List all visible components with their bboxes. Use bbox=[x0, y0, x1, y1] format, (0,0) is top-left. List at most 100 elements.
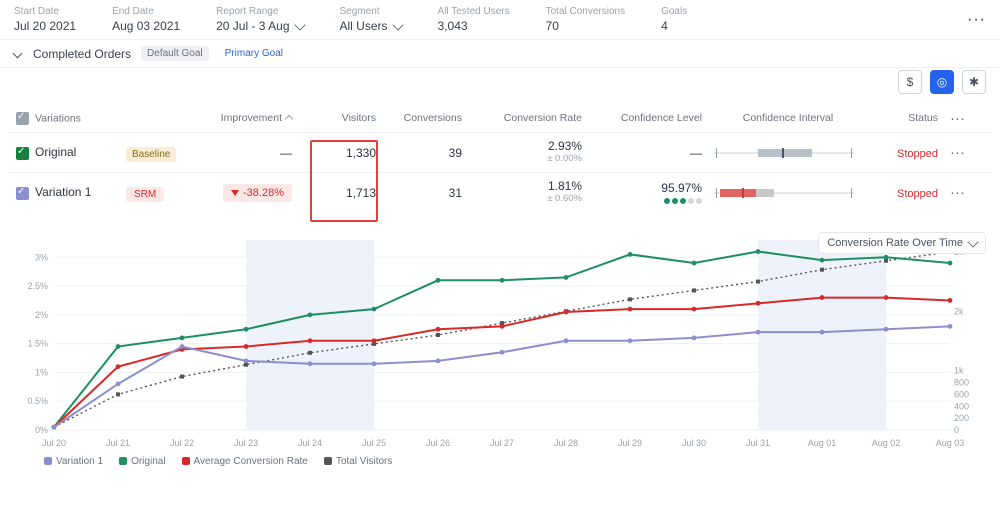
svg-text:Jul 27: Jul 27 bbox=[490, 438, 514, 448]
svg-text:1.5%: 1.5% bbox=[27, 339, 48, 349]
svg-text:Jul 23: Jul 23 bbox=[234, 438, 258, 448]
start-date-field: Start Date Jul 20 2021 bbox=[14, 6, 76, 33]
svg-text:Aug 01: Aug 01 bbox=[808, 438, 837, 448]
svg-text:2k: 2k bbox=[954, 306, 964, 316]
svg-text:2.5%: 2.5% bbox=[27, 281, 48, 291]
currency-view-button[interactable]: $ bbox=[898, 70, 922, 94]
svg-text:Jul 24: Jul 24 bbox=[298, 438, 322, 448]
svg-text:Jul 28: Jul 28 bbox=[554, 438, 578, 448]
report-range-field[interactable]: Report Range 20 Jul - 3 Aug bbox=[216, 6, 303, 33]
svg-text:0%: 0% bbox=[35, 425, 48, 435]
srm-tag: SRM bbox=[126, 187, 164, 202]
chart-metric-dropdown[interactable]: Conversion Rate Over Time bbox=[818, 232, 986, 254]
col-conv-rate[interactable]: Conversion Rate bbox=[468, 112, 588, 124]
variations-table: Variations Improvement Visitors Conversi… bbox=[0, 68, 1000, 212]
confidence-cell: — bbox=[588, 146, 708, 160]
status-badge: Stopped bbox=[897, 148, 938, 160]
svg-text:1k: 1k bbox=[954, 366, 964, 376]
view-mode-bar: $ ◎ ✱ bbox=[898, 70, 986, 94]
table-overflow-menu[interactable]: ··· bbox=[944, 110, 968, 127]
svg-text:Jul 25: Jul 25 bbox=[362, 438, 386, 448]
variation-name-cell: Original bbox=[10, 145, 120, 159]
report-header: Start Date Jul 20 2021 End Date Aug 03 2… bbox=[0, 0, 1000, 40]
end-date-value: Aug 03 2021 bbox=[112, 19, 180, 33]
chart-panel: Conversion Rate Over Time Conversion Rat… bbox=[14, 234, 986, 467]
chevron-down-icon bbox=[13, 49, 23, 59]
ci-cell bbox=[708, 188, 868, 198]
primary-goal-tag[interactable]: Primary Goal bbox=[219, 46, 289, 61]
conv-rate-cell: 2.93%± 0.00% bbox=[468, 140, 588, 165]
svg-text:0: 0 bbox=[954, 425, 959, 435]
end-date-field: End Date Aug 03 2021 bbox=[112, 6, 180, 33]
conversions-cell: 39 bbox=[382, 146, 468, 160]
svg-text:600: 600 bbox=[954, 389, 969, 399]
svg-text:400: 400 bbox=[954, 401, 969, 411]
svg-text:Jul 22: Jul 22 bbox=[170, 438, 194, 448]
col-visitors[interactable]: Visitors bbox=[298, 112, 382, 124]
svg-text:1%: 1% bbox=[35, 367, 48, 377]
legend-item: Original bbox=[119, 456, 165, 467]
col-conversions[interactable]: Conversions bbox=[382, 112, 468, 124]
svg-text:Jul 21: Jul 21 bbox=[106, 438, 130, 448]
table-header-row: Variations Improvement Visitors Conversi… bbox=[10, 104, 990, 132]
svg-text:Jul 20: Jul 20 bbox=[42, 438, 66, 448]
users-view-button[interactable]: ✱ bbox=[962, 70, 986, 94]
svg-text:3%: 3% bbox=[35, 252, 48, 262]
col-confidence[interactable]: Confidence Level bbox=[588, 112, 708, 124]
svg-text:200: 200 bbox=[954, 413, 969, 423]
table-row: Original Baseline — 1,330 39 2.93%± 0.00… bbox=[10, 132, 990, 172]
confidence-interval-bar bbox=[714, 148, 854, 158]
end-date-label: End Date bbox=[112, 6, 180, 17]
goals-field: Goals 4 bbox=[661, 6, 687, 33]
confidence-interval-bar bbox=[714, 188, 854, 198]
col-ci[interactable]: Confidence Interval bbox=[708, 112, 868, 124]
row-overflow-menu[interactable]: ··· bbox=[944, 144, 968, 161]
chevron-down-icon bbox=[967, 236, 978, 247]
header-overflow-menu[interactable]: ··· bbox=[967, 11, 986, 29]
section-title: Completed Orders bbox=[33, 47, 131, 61]
percent-view-button[interactable]: ◎ bbox=[930, 70, 954, 94]
select-all-checkbox[interactable] bbox=[16, 112, 29, 125]
legend-item: Average Conversion Rate bbox=[182, 456, 308, 467]
svg-text:2%: 2% bbox=[35, 310, 48, 320]
legend-item: Total Visitors bbox=[324, 456, 393, 467]
confidence-dots-icon bbox=[664, 198, 702, 204]
svg-text:Aug 03: Aug 03 bbox=[936, 438, 965, 448]
triangle-down-icon bbox=[231, 190, 239, 196]
improvement-cell: -38.28% bbox=[198, 184, 298, 202]
confidence-cell: 95.97% bbox=[588, 181, 708, 204]
status-badge: Stopped bbox=[897, 188, 938, 200]
chart-legend: Variation 1 Original Average Conversion … bbox=[14, 456, 986, 467]
svg-text:Jul 31: Jul 31 bbox=[746, 438, 770, 448]
visitors-cell: 1,713 bbox=[298, 186, 382, 200]
col-status[interactable]: Status bbox=[868, 112, 944, 124]
col-improvement-sort[interactable]: Improvement bbox=[204, 112, 292, 124]
improvement-cell: — bbox=[198, 146, 298, 160]
variation-name-cell: Variation 1 bbox=[10, 185, 120, 199]
start-date-label: Start Date bbox=[14, 6, 76, 17]
total-conversions-field: Total Conversions 70 bbox=[546, 6, 625, 33]
svg-text:Aug 02: Aug 02 bbox=[872, 438, 901, 448]
svg-text:0.5%: 0.5% bbox=[27, 396, 48, 406]
conversions-cell: 31 bbox=[382, 186, 468, 200]
report-page: { "header": { "start_date_label":"Start … bbox=[0, 0, 1000, 516]
svg-text:Jul 26: Jul 26 bbox=[426, 438, 450, 448]
segment-field[interactable]: Segment All Users bbox=[340, 6, 402, 33]
start-date-value: Jul 20 2021 bbox=[14, 19, 76, 33]
conversion-rate-chart: 0%0.5%1%1.5%2%2.5%3%02004006008001k2k3kJ… bbox=[14, 234, 986, 454]
col-variations: Variations bbox=[10, 112, 120, 125]
conv-rate-cell: 1.81%± 0.60% bbox=[468, 180, 588, 205]
goal-section-header[interactable]: Completed Orders Default Goal Primary Go… bbox=[0, 40, 1000, 68]
chevron-down-icon bbox=[294, 19, 305, 30]
row-checkbox[interactable] bbox=[16, 187, 29, 200]
chevron-up-icon bbox=[285, 115, 293, 123]
svg-text:Jul 30: Jul 30 bbox=[682, 438, 706, 448]
row-overflow-menu[interactable]: ··· bbox=[944, 184, 968, 201]
svg-text:800: 800 bbox=[954, 378, 969, 388]
svg-text:Jul 29: Jul 29 bbox=[618, 438, 642, 448]
visitors-cell: 1,330 bbox=[298, 146, 382, 160]
row-checkbox[interactable] bbox=[16, 147, 29, 160]
default-goal-tag: Default Goal bbox=[141, 46, 209, 61]
table-row: Variation 1 SRM -38.28% 1,713 31 1.81%± … bbox=[10, 172, 990, 212]
chevron-down-icon bbox=[392, 19, 403, 30]
